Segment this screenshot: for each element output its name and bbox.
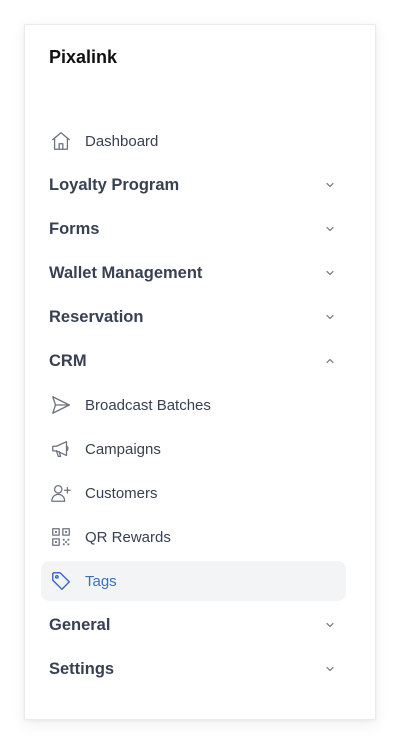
sidebar-item-label: Tags bbox=[85, 572, 117, 590]
sidebar-group-label: Wallet Management bbox=[49, 263, 203, 282]
chevron-down-icon bbox=[324, 223, 336, 235]
chevron-down-icon bbox=[324, 179, 336, 191]
sidebar-group-label: Reservation bbox=[49, 307, 144, 326]
sidebar-group-wallet-management[interactable]: Wallet Management bbox=[41, 253, 346, 293]
sidebar-item-campaigns[interactable]: Campaigns bbox=[41, 429, 346, 469]
send-icon bbox=[49, 393, 73, 417]
sidebar-group-label: Loyalty Program bbox=[49, 175, 180, 194]
chevron-up-icon bbox=[324, 355, 336, 367]
home-icon bbox=[49, 129, 73, 153]
tag-icon bbox=[49, 569, 73, 593]
sidebar-nav: Dashboard Loyalty Program Forms Wallet M… bbox=[41, 121, 346, 693]
chevron-down-icon bbox=[324, 663, 336, 675]
sidebar-item-tags[interactable]: Tags bbox=[41, 561, 346, 601]
sidebar-item-qr-rewards[interactable]: QR Rewards bbox=[41, 517, 346, 557]
sidebar-group-label: Forms bbox=[49, 219, 100, 238]
qr-code-icon bbox=[49, 525, 73, 549]
sidebar-group-loyalty-program[interactable]: Loyalty Program bbox=[41, 165, 346, 205]
sidebar-item-label: Broadcast Batches bbox=[85, 396, 211, 414]
sidebar-group-forms[interactable]: Forms bbox=[41, 209, 346, 249]
megaphone-icon bbox=[49, 437, 73, 461]
sidebar-item-label: Dashboard bbox=[85, 132, 159, 150]
sidebar-item-label: Customers bbox=[85, 484, 158, 502]
chevron-down-icon bbox=[324, 619, 336, 631]
sidebar-item-label: Campaigns bbox=[85, 440, 161, 458]
sidebar-group-settings[interactable]: Settings bbox=[41, 649, 346, 689]
sidebar-group-label: CRM bbox=[49, 351, 87, 370]
sidebar-item-dashboard[interactable]: Dashboard bbox=[41, 121, 346, 161]
sidebar-item-customers[interactable]: Customers bbox=[41, 473, 346, 513]
sidebar-group-label: General bbox=[49, 615, 111, 634]
chevron-down-icon bbox=[324, 267, 336, 279]
sidebar-group-general[interactable]: General bbox=[41, 605, 346, 645]
sidebar-group-label: Settings bbox=[49, 659, 115, 678]
brand-title: Pixalink bbox=[49, 47, 118, 67]
sidebar-item-broadcast-batches[interactable]: Broadcast Batches bbox=[41, 385, 346, 425]
sidebar-group-crm[interactable]: CRM bbox=[41, 341, 346, 381]
sidebar-group-reservation[interactable]: Reservation bbox=[41, 297, 346, 337]
sidebar-item-label: QR Rewards bbox=[85, 528, 171, 546]
chevron-down-icon bbox=[324, 311, 336, 323]
user-plus-icon bbox=[49, 481, 73, 505]
sidebar-panel: Pixalink Dashboard Loyalty Program Forms bbox=[24, 24, 376, 720]
